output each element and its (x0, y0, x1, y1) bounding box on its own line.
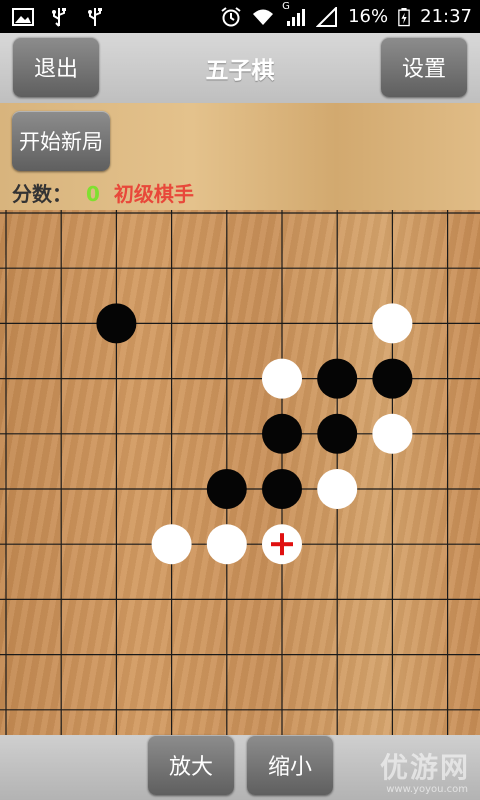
clock: 21:37 (420, 6, 472, 27)
watermark-logo: 优游网 (379, 751, 470, 784)
score-row: 分数： 0 初级棋手 (12, 178, 194, 207)
title-bar: 退出 五子棋 设置 (0, 33, 480, 103)
score-label: 分数： (12, 182, 72, 206)
zoom-out-button[interactable]: 缩小 (247, 735, 333, 795)
black-stone (317, 358, 358, 399)
score-value: 0 (86, 182, 100, 206)
white-stone (317, 469, 358, 509)
black-stone (262, 413, 302, 454)
watermark-url: www.yoyou.com (386, 784, 468, 795)
signal-label: G (282, 0, 290, 12)
black-stone (96, 303, 137, 344)
black-stone (317, 413, 358, 454)
board-grid[interactable] (0, 210, 480, 735)
zoom-in-button-label: 放大 (168, 755, 213, 780)
battery-percent: 16% (348, 6, 389, 27)
white-stone (372, 413, 413, 454)
no-signal-icon (316, 6, 338, 27)
black-stone (372, 358, 413, 399)
game-board[interactable] (0, 210, 480, 735)
white-stone (262, 358, 302, 399)
zoom-out-button-label: 缩小 (267, 755, 312, 780)
status-bar: G 16% 21:37 (0, 0, 480, 33)
wifi-icon (253, 9, 274, 25)
black-stone (262, 469, 302, 509)
usb-icon (88, 7, 102, 26)
image-icon (12, 7, 34, 26)
new-game-button[interactable]: 开始新局 (12, 111, 110, 171)
white-stone (151, 524, 192, 565)
settings-button-label: 设置 (401, 57, 446, 82)
new-game-button-label: 开始新局 (19, 130, 103, 154)
battery-icon (398, 7, 410, 26)
white-stone (372, 303, 413, 344)
settings-button[interactable]: 设置 (381, 37, 467, 97)
alarm-icon (221, 6, 241, 26)
zoom-in-button[interactable]: 放大 (148, 735, 234, 795)
white-stone (206, 524, 247, 565)
rank-label: 初级棋手 (113, 182, 194, 206)
usb-icon (52, 7, 66, 27)
black-stone (206, 469, 247, 509)
